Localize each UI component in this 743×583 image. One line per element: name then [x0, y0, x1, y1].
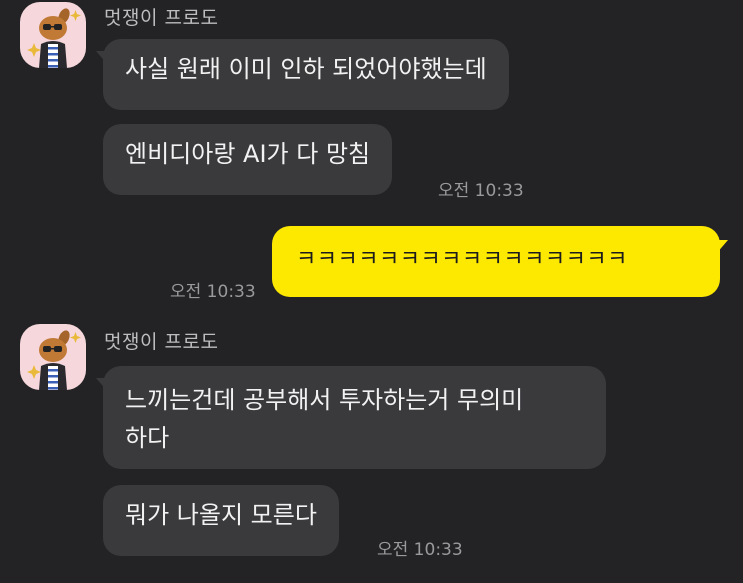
sender-name: 멋쟁이 프로도: [104, 7, 219, 29]
message-timestamp: 오전 10:33: [438, 181, 524, 201]
message-timestamp: 오전 10:33: [170, 282, 256, 302]
message-bubble[interactable]: 느끼는건데 공부해서 투자하는거 무의미 하다: [96, 366, 606, 469]
message-timestamp: 오전 10:33: [377, 540, 463, 560]
sender-avatar-icon[interactable]: [20, 2, 86, 68]
sender-name: 멋쟁이 프로도: [104, 331, 219, 353]
message-bubble[interactable]: 뭐가 나올지 모른다: [103, 485, 339, 556]
message-bubble[interactable]: 엔비디아랑 AI가 다 망침: [103, 124, 393, 195]
message-bubble[interactable]: 사실 원래 이미 인하 되었어야했는데: [96, 39, 509, 110]
sender-avatar-icon[interactable]: [20, 324, 86, 390]
my-message-bubble[interactable]: ㅋㅋㅋㅋㅋㅋㅋㅋㅋㅋㅋㅋㅋㅋㅋㅋ: [272, 226, 728, 297]
